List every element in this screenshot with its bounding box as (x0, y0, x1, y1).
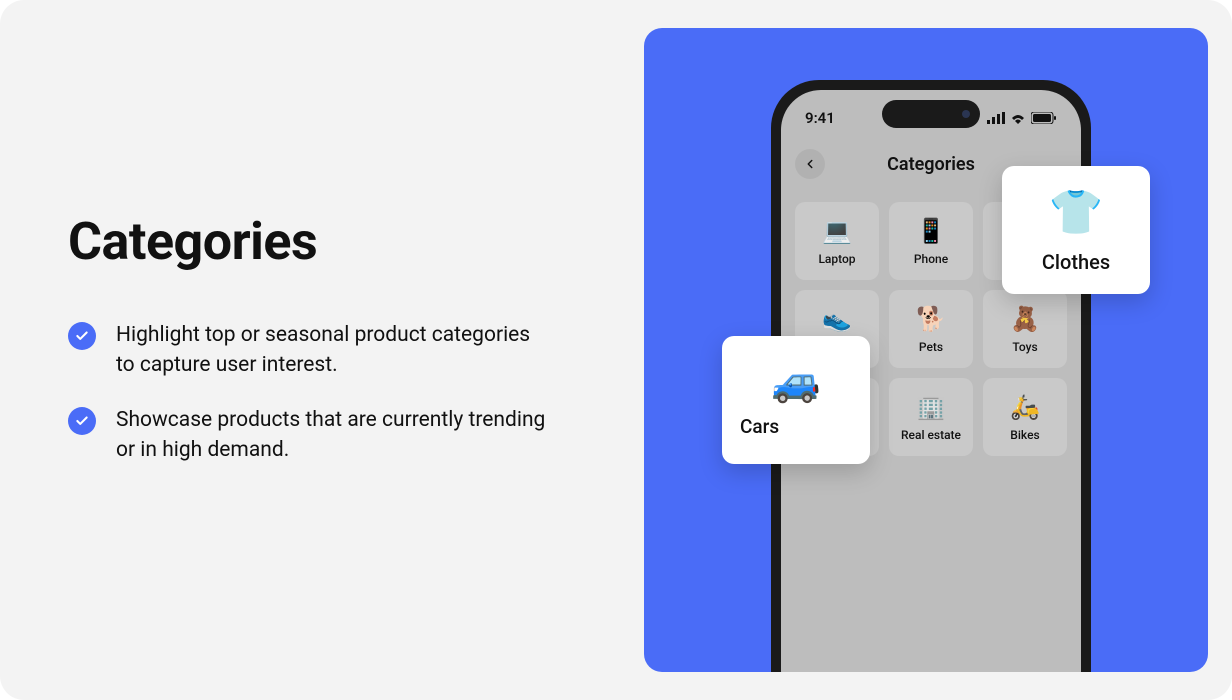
chevron-left-icon (803, 157, 817, 171)
cars-icon: 🚙 (771, 358, 821, 405)
phone-notch (882, 100, 980, 128)
category-tile-laptop[interactable]: 💻 Laptop (795, 202, 879, 280)
illustration-panel: 9:41 Categories 💻 Laptop 📱 Phone (644, 28, 1208, 672)
phone-title: Categories (887, 154, 975, 175)
tile-label: Laptop (818, 252, 855, 266)
clothes-icon: 👕 (1049, 186, 1104, 238)
check-icon (68, 322, 96, 350)
tile-label: Phone (914, 252, 948, 266)
shoes-icon: 👟 (822, 304, 852, 334)
signal-icon (987, 112, 1005, 124)
laptop-icon: 💻 (822, 216, 852, 246)
tile-label: Bikes (1010, 428, 1039, 442)
wifi-icon (1010, 112, 1026, 124)
highlight-label: Clothes (1042, 250, 1110, 274)
realestate-icon: 🏢 (916, 392, 946, 422)
bullet-text: Highlight top or seasonal product catego… (116, 320, 546, 381)
category-tile-toys[interactable]: 🧸 Toys (983, 290, 1067, 368)
highlight-card-clothes: 👕 Clothes (1002, 166, 1150, 294)
feature-card: Categories Highlight top or seasonal pro… (0, 0, 1232, 700)
highlight-label: Cars (740, 415, 779, 438)
category-tile-pets[interactable]: 🐕 Pets (889, 290, 973, 368)
category-tile-phone[interactable]: 📱 Phone (889, 202, 973, 280)
battery-icon (1031, 112, 1057, 124)
check-icon (68, 407, 96, 435)
text-panel: Categories Highlight top or seasonal pro… (0, 0, 644, 700)
back-button[interactable] (795, 149, 825, 179)
bullet-text: Showcase products that are currently tre… (116, 405, 546, 466)
status-time: 9:41 (805, 109, 835, 127)
bullet-item: Highlight top or seasonal product catego… (68, 320, 584, 381)
category-tile-bikes[interactable]: 🛵 Bikes (983, 378, 1067, 456)
bullet-item: Showcase products that are currently tre… (68, 405, 584, 466)
toys-icon: 🧸 (1010, 304, 1040, 334)
heading: Categories (68, 211, 584, 272)
tile-label: Real estate (901, 428, 961, 442)
bikes-icon: 🛵 (1010, 392, 1040, 422)
phone-icon: 📱 (916, 216, 946, 246)
tile-label: Toys (1012, 340, 1037, 354)
highlight-card-cars: 🚙 Cars (722, 336, 870, 464)
tile-label: Pets (919, 340, 943, 354)
category-tile-realestate[interactable]: 🏢 Real estate (889, 378, 973, 456)
pets-icon: 🐕 (916, 304, 946, 334)
status-icons (987, 112, 1057, 124)
